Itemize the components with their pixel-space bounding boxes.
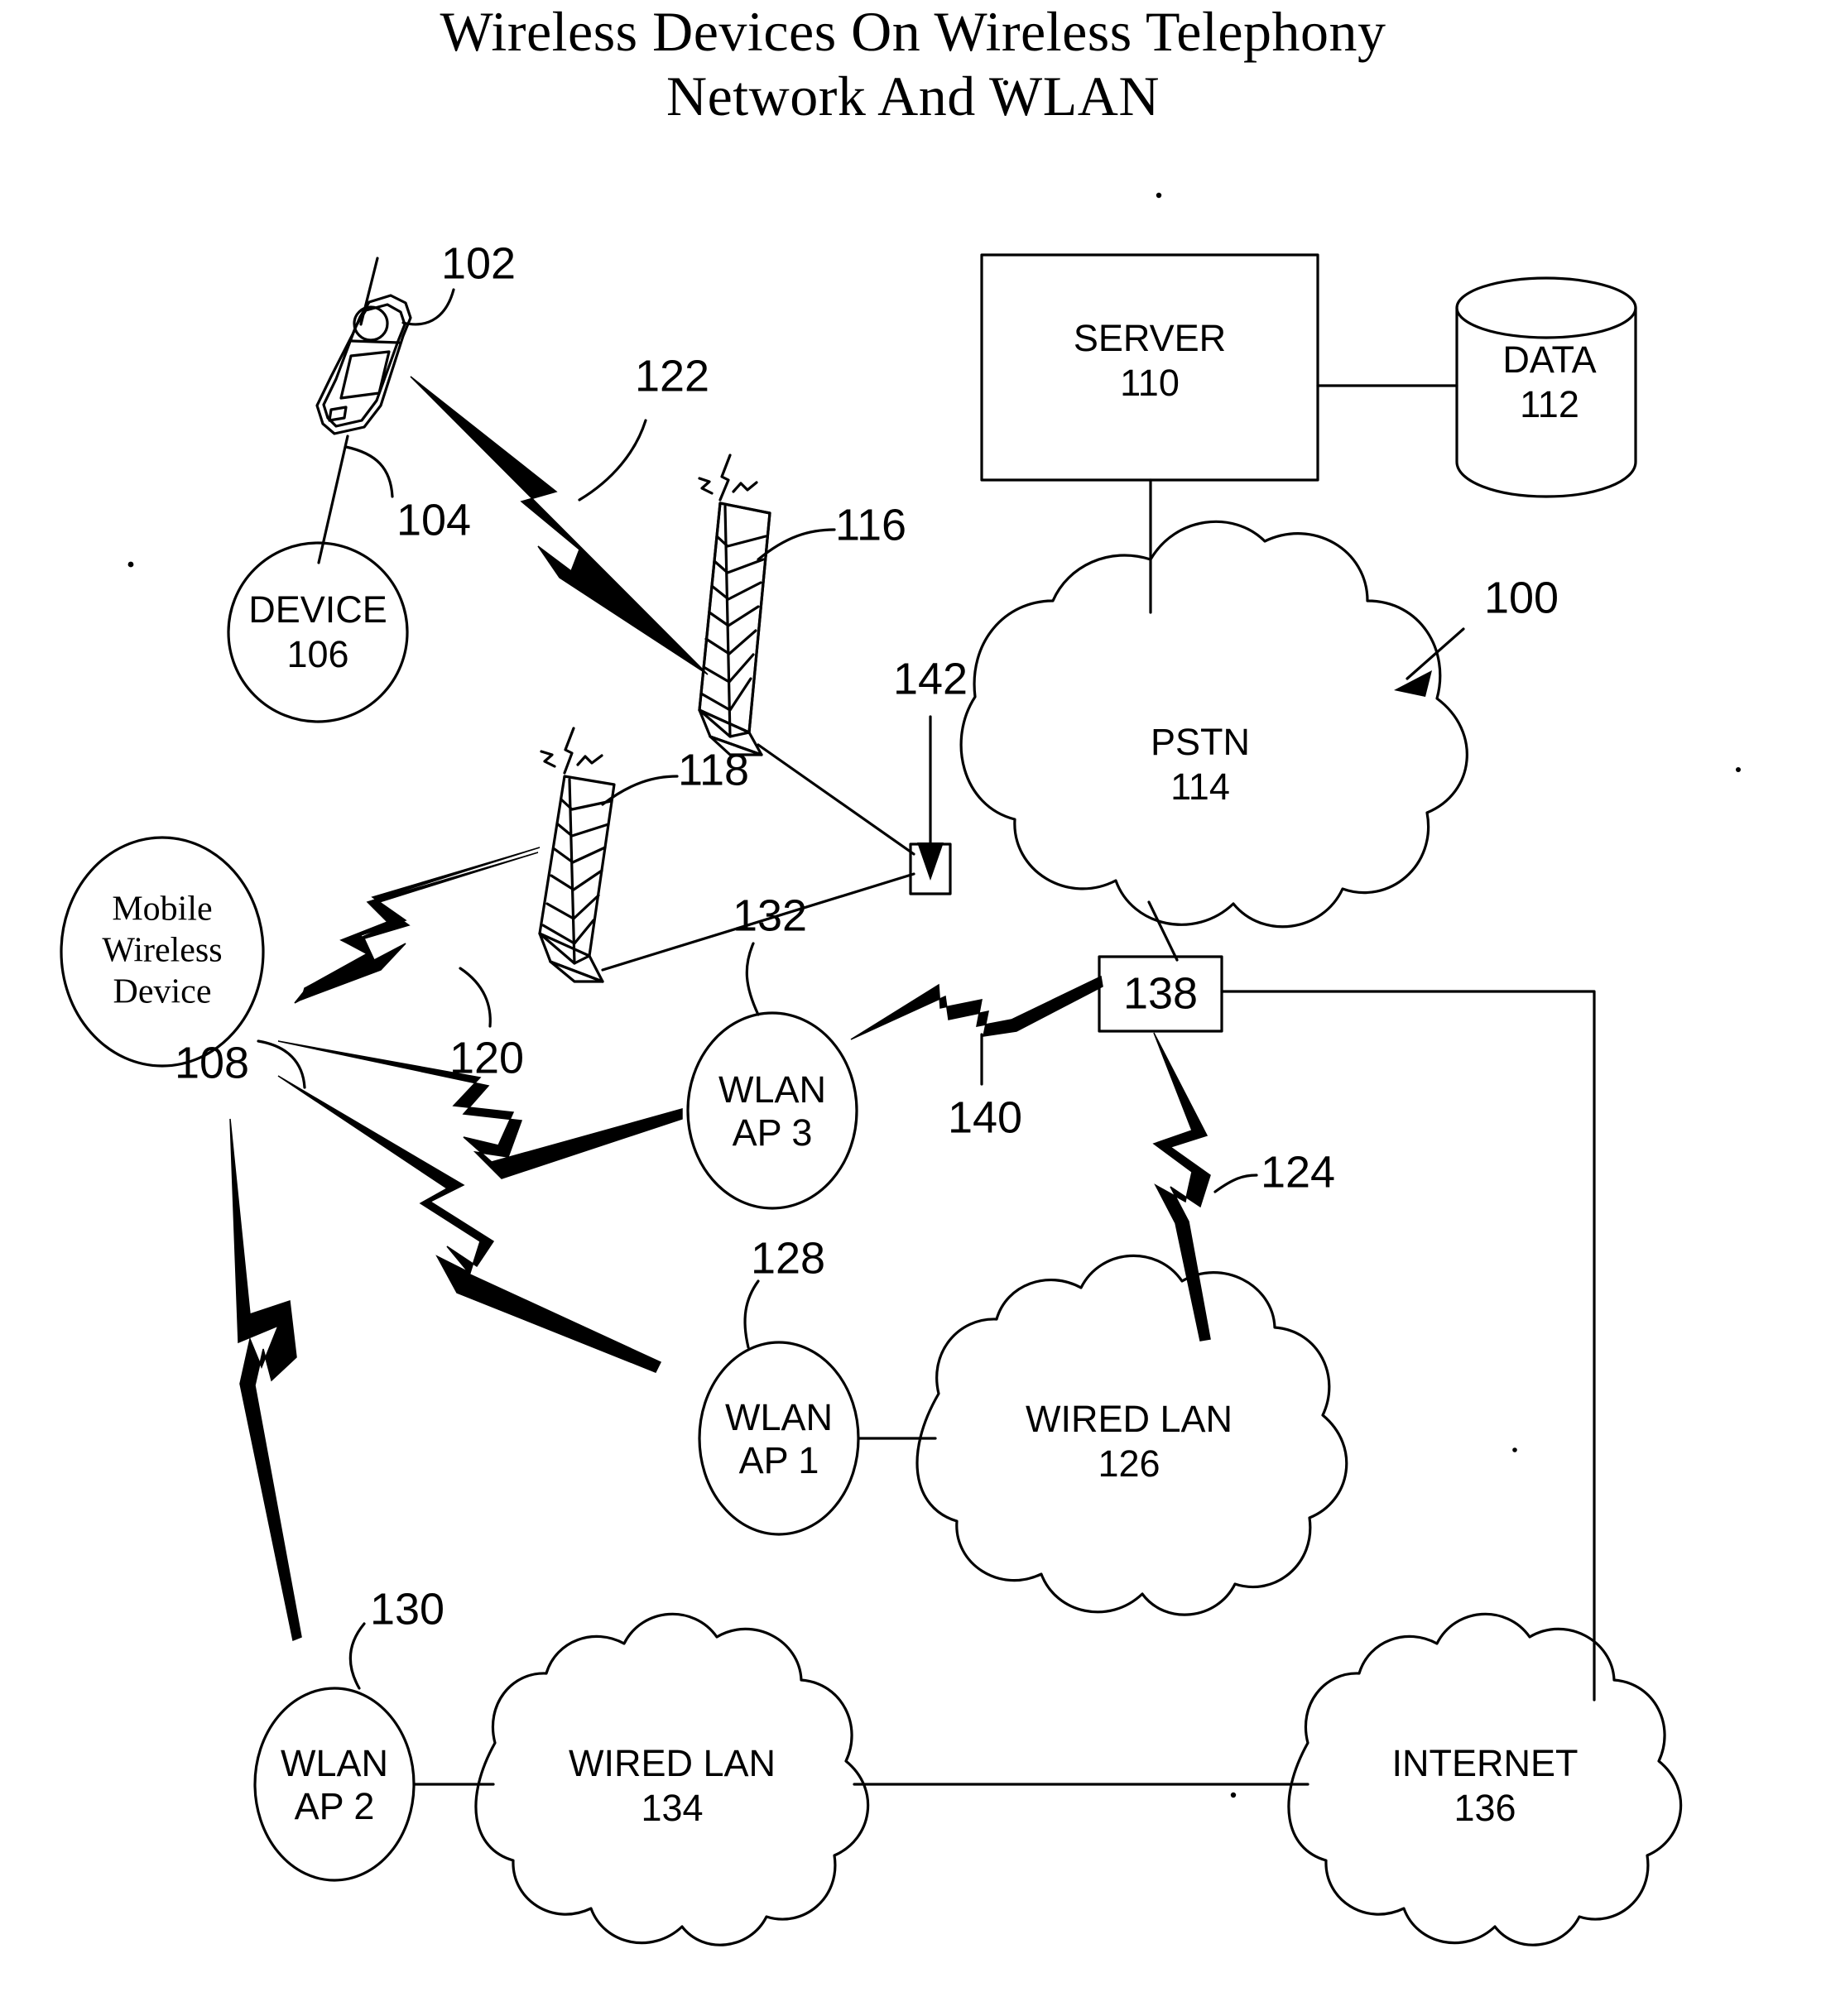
ref-number-126: 126 (1098, 1442, 1160, 1485)
data-label: DATA (1502, 338, 1596, 381)
ref-number-108: 108 (175, 1038, 249, 1087)
cell-tower-118-icon (538, 727, 616, 983)
wireless-link-120-bolt-icon (294, 847, 541, 1004)
ref-number-130: 130 (370, 1584, 444, 1634)
mobile-wireless-device-label-line-2: Wireless (102, 932, 222, 970)
scan-speck (1230, 1792, 1237, 1798)
overall-figure-callout-100: 100 (1394, 573, 1559, 697)
node-wlan-ap-1: WLAN AP 1 (698, 1341, 860, 1536)
wireless-link-124-bolt-icon (1152, 1032, 1211, 1342)
ref-number-142: 142 (893, 654, 968, 703)
node-mobile-wireless-device-108: Mobile Wireless Device (60, 836, 265, 1068)
node-internet-136-cloud: INTERNET 136 (1287, 1612, 1683, 1946)
wired-lan-134-label: WIRED LAN (569, 1742, 776, 1784)
link-tower116-to-142 (757, 743, 915, 856)
wlan-ap-1-label-line-2: AP 1 (739, 1439, 819, 1481)
cell-tower-116-icon (698, 454, 771, 756)
wlan-ap-1-label-line-1: WLAN (725, 1396, 833, 1438)
network-diagram: 102 104 DEVICE 106 122 116 118 120 Mobil… (60, 80, 1741, 1946)
scan-speck (1003, 80, 1008, 85)
scan-speck (1156, 192, 1162, 199)
wlan-ap-3-label-line-2: AP 3 (733, 1111, 813, 1154)
leader-120 (459, 967, 492, 1028)
gateway-node-138: 138 (1098, 955, 1223, 1033)
leader-130 (348, 1622, 366, 1690)
leader-116 (757, 528, 836, 561)
link-pstn-to-138 (1147, 900, 1179, 962)
ref-number-128: 128 (751, 1233, 825, 1283)
ref-number-106: 106 (286, 633, 348, 675)
wlan-ap-2-label-line-1: WLAN (281, 1742, 388, 1784)
leader-124 (1213, 1174, 1258, 1193)
ref-number-102: 102 (441, 238, 516, 288)
node-wired-lan-134-cloud: WIRED LAN 134 (474, 1612, 870, 1946)
ref-number-110: 110 (1120, 362, 1180, 404)
wireless-link-to-ap1-bolt-icon (277, 1075, 662, 1373)
pstn-label: PSTN (1151, 721, 1250, 763)
scan-speck (1736, 767, 1741, 772)
ref-number-140: 140 (948, 1092, 1022, 1142)
mobile-wireless-device-label-line-3: Device (113, 973, 212, 1011)
ref-number-114: 114 (1170, 766, 1230, 808)
ref-number-138: 138 (1123, 968, 1198, 1018)
mobile-wireless-device-label-line-1: Mobile (112, 890, 212, 929)
node-wired-lan-126-cloud: WIRED LAN 126 (915, 1254, 1348, 1616)
node-pstn-114-cloud: PSTN 114 (959, 520, 1468, 929)
node-device-106: DEVICE 106 (227, 541, 409, 723)
node-data-store-112: DATA 112 (1455, 276, 1637, 498)
scan-speck (1512, 1447, 1517, 1452)
node-wlan-ap-3: WLAN AP 3 (686, 1011, 858, 1210)
ref-number-100: 100 (1484, 573, 1559, 622)
leader-104 (344, 445, 394, 498)
leader-132 (745, 942, 760, 1016)
leader-122 (578, 419, 647, 502)
ref-number-118: 118 (678, 745, 749, 794)
wlan-ap-2-label-line-2: AP 2 (295, 1785, 375, 1827)
ref-number-104: 104 (396, 495, 471, 545)
wlan-ap-3-label-line-1: WLAN (718, 1068, 826, 1111)
leader-108 (257, 1039, 306, 1089)
wired-lan-126-label: WIRED LAN (1026, 1398, 1233, 1440)
server-label: SERVER (1074, 317, 1226, 359)
cell-phone-handset-icon (315, 257, 412, 435)
patent-figure-page: Wireless Devices On Wireless Telephony N… (0, 0, 1826, 2016)
ref-number-132: 132 (733, 890, 807, 940)
node-server-110: SERVER 110 (980, 253, 1319, 482)
ref-number-124: 124 (1261, 1147, 1335, 1197)
arrowhead-142-icon (917, 842, 944, 881)
ref-number-122: 122 (635, 351, 709, 401)
ref-number-134: 134 (641, 1787, 703, 1829)
ref-number-136: 136 (1454, 1787, 1516, 1829)
internet-label: INTERNET (1392, 1742, 1579, 1784)
device-label: DEVICE (248, 588, 387, 631)
gateway-node-142 (909, 715, 952, 895)
wireless-link-140-bolt-icon (850, 975, 1103, 1040)
ref-number-112: 112 (1520, 383, 1579, 425)
wireless-link-to-ap2-bolt-icon (229, 1118, 302, 1642)
leader-128 (743, 1279, 760, 1349)
ref-number-116: 116 (835, 500, 906, 550)
link-138-to-internet (1220, 990, 1596, 1702)
scan-speck (127, 561, 134, 568)
node-wlan-ap-2: WLAN AP 2 (253, 1687, 416, 1882)
